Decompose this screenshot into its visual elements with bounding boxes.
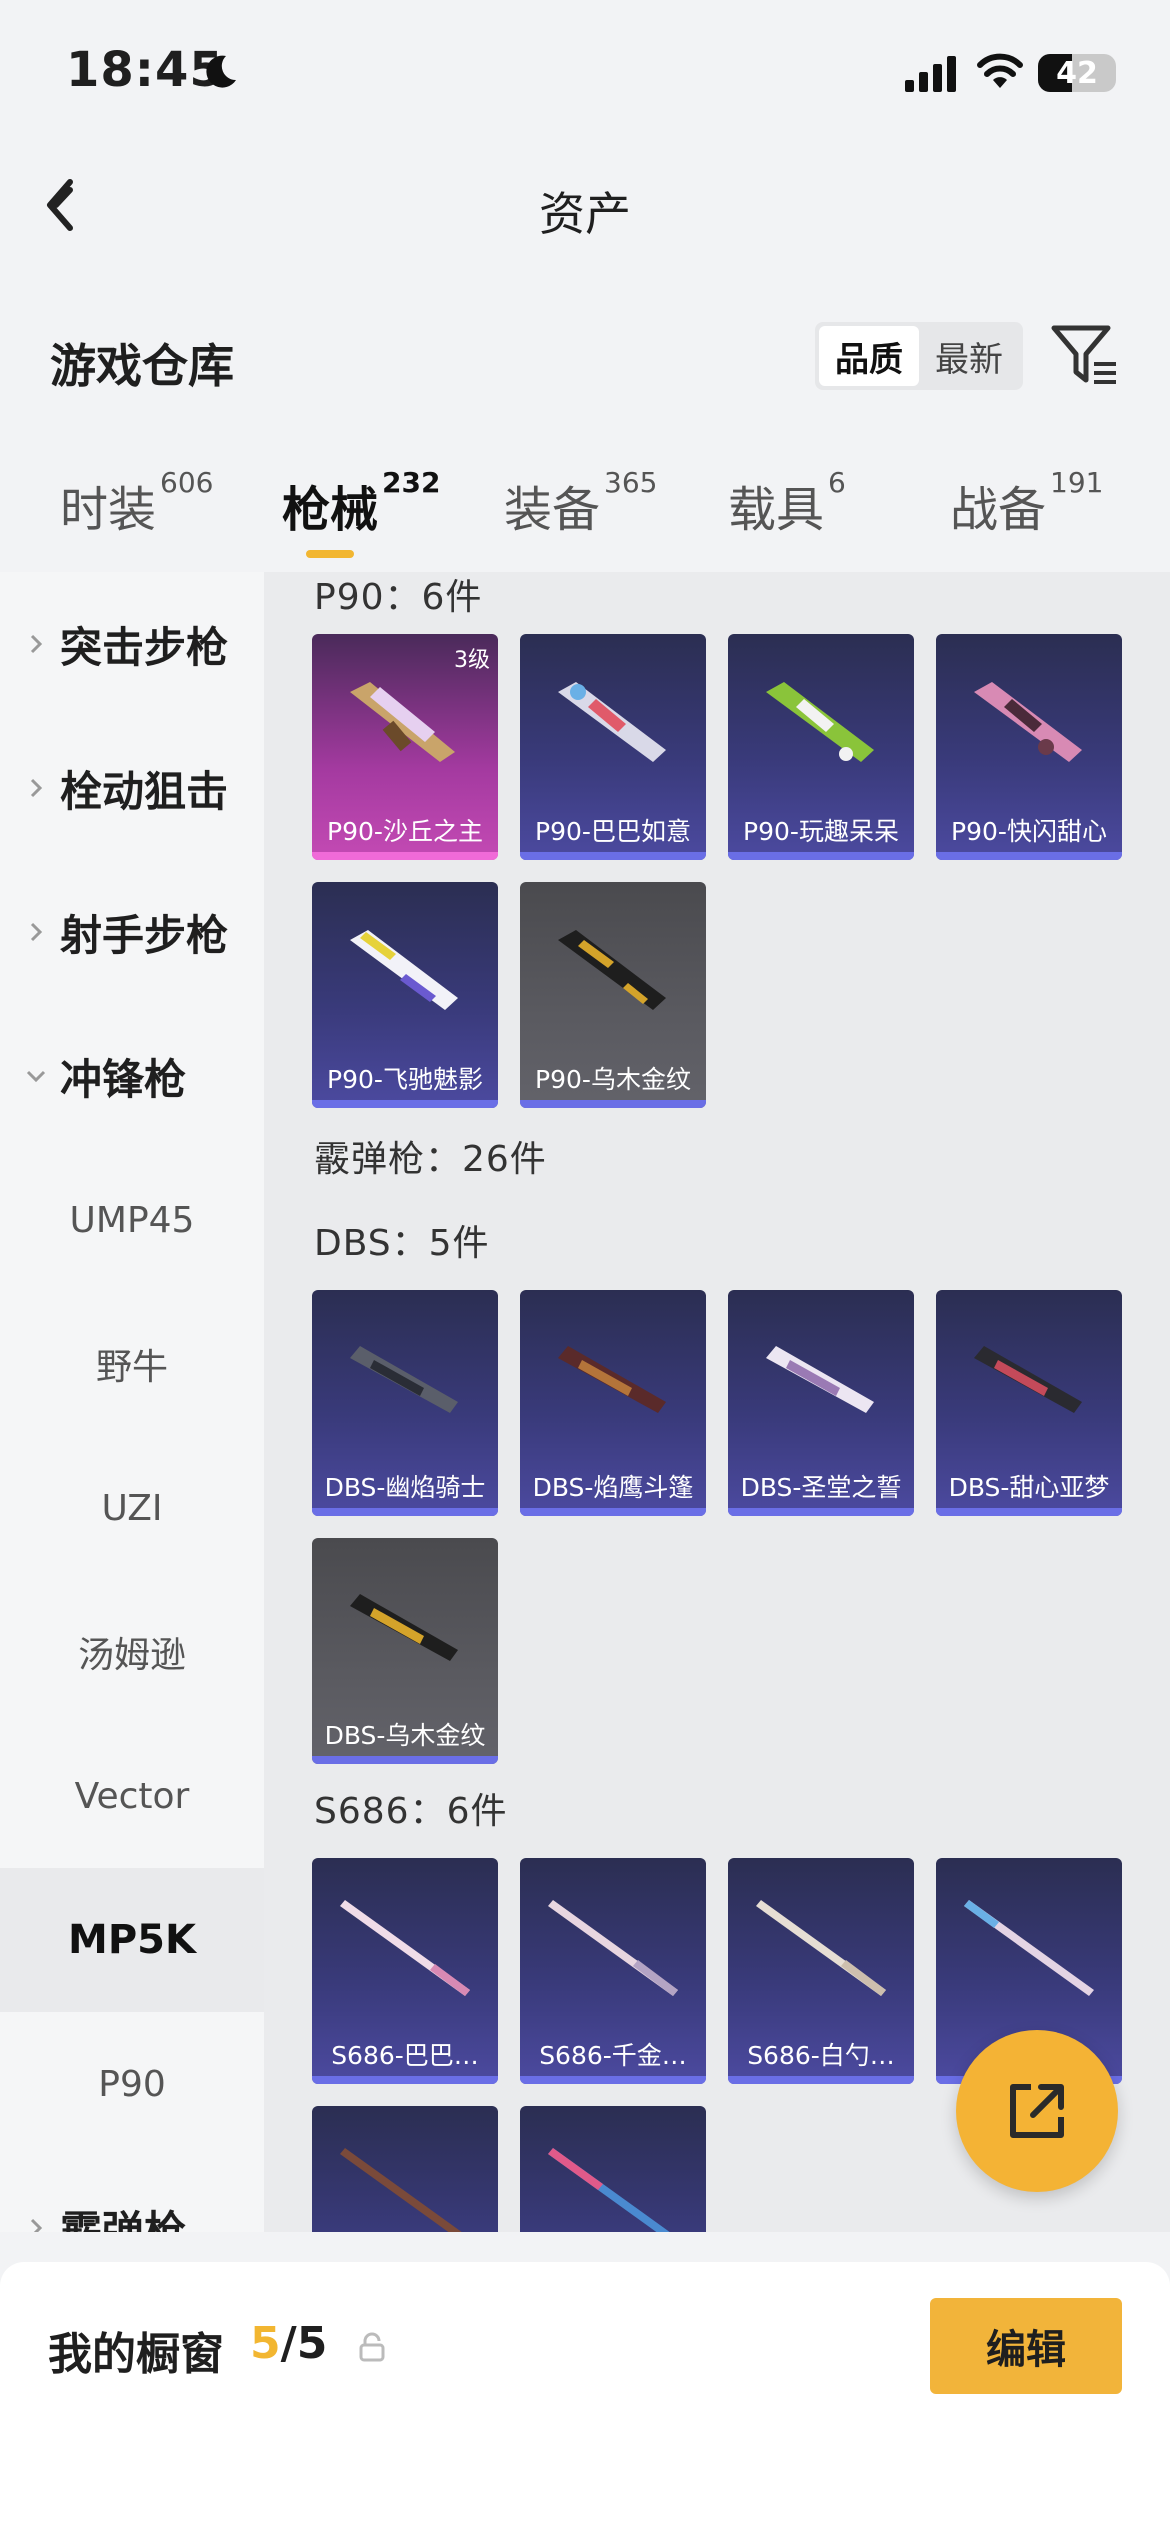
sort-segmented-control: 品质 最新 [815, 322, 1023, 390]
showcase-bar: 我的橱窗 5/5 编辑 [0, 2262, 1170, 2532]
weapon-card[interactable]: P90-快闪甜心 [936, 634, 1122, 860]
showcase-label: 我的橱窗 [48, 2329, 224, 2380]
weapon-image [350, 682, 455, 762]
status-bar: 18:45 42 [0, 0, 1170, 150]
sidebar-item-shotgun[interactable]: 霰弹枪 [0, 2156, 264, 2232]
weapon-card[interactable] [312, 2106, 498, 2232]
sort-quality-option[interactable]: 品质 [819, 326, 919, 386]
weapon-image [548, 2148, 670, 2232]
sidebar-item-vector[interactable]: Vector [0, 1724, 264, 1868]
chevron-right-icon [30, 634, 43, 654]
weapon-name: P90-沙丘之主 [327, 817, 483, 846]
warehouse-title: 游戏仓库 [50, 339, 234, 393]
sidebar-item-bison[interactable]: 野牛 [0, 1292, 264, 1436]
weapon-card[interactable]: DBS-乌木金纹 [312, 1538, 498, 1764]
weapon-name: P90-飞驰魅影 [327, 1065, 483, 1094]
tab-guns[interactable]: 枪械 232 [282, 466, 440, 540]
weapon-image [964, 1900, 1094, 1996]
weapon-image [350, 930, 458, 1010]
cellular-signal-icon [905, 56, 956, 92]
weapon-image [548, 1900, 678, 1996]
tab-equipment[interactable]: 装备 365 [504, 466, 657, 540]
weapon-level-badge: 3级 [454, 648, 490, 673]
weapon-type-sidebar: 突击步枪 栓动狙击 射手步枪 冲锋枪 UMP45 野牛 UZI 汤姆逊 Vect… [0, 572, 264, 2232]
weapon-image [766, 1346, 874, 1413]
category-tabs: 时装 606 枪械 232 装备 365 载具 6 战备 191 [0, 466, 1170, 570]
weapon-name: P90-巴巴如意 [535, 817, 691, 846]
showcase-count: 5/5 [250, 2318, 328, 2369]
weapon-name: S686-巴巴… [331, 2041, 479, 2070]
weapon-card[interactable]: S686-巴巴… [312, 1858, 498, 2084]
weapon-card[interactable]: DBS-甜心亚梦 [936, 1290, 1122, 1516]
weapon-name: P90-快闪甜心 [951, 817, 1107, 846]
weapon-image [558, 930, 666, 1010]
weapon-card[interactable]: S686-千金… [520, 1858, 706, 2084]
weapon-card[interactable]: DBS-圣堂之誓 [728, 1290, 914, 1516]
weapon-card[interactable]: P90-乌木金纹 [520, 882, 706, 1108]
chevron-right-icon [30, 922, 43, 942]
weapon-card[interactable]: S686-白勺… [728, 1858, 914, 2084]
weapon-image [974, 682, 1082, 762]
sidebar-item-mp5k[interactable]: MP5K [0, 1868, 264, 2012]
weapon-name: S686-千金… [539, 2041, 687, 2070]
sidebar-item-p90[interactable]: P90 [0, 2012, 264, 2156]
weapon-card[interactable] [520, 2106, 706, 2232]
sidebar-item-bolt-sniper[interactable]: 栓动狙击 [0, 716, 264, 860]
weapon-name: S686-白勺… [747, 2041, 895, 2070]
weapon-name: P90-乌木金纹 [535, 1065, 691, 1094]
chevron-right-icon [30, 2218, 43, 2232]
weapon-image [558, 1346, 666, 1413]
chevron-down-icon [26, 1070, 46, 1083]
moon-icon [206, 55, 236, 88]
sidebar-item-thompson[interactable]: 汤姆逊 [0, 1580, 264, 1724]
weapon-image [340, 2148, 462, 2232]
tab-supplies[interactable]: 战备 191 [950, 466, 1103, 540]
weapon-image [766, 682, 874, 762]
wifi-icon [977, 53, 1023, 88]
group-header-dbs: DBS：5件 [314, 1223, 490, 1264]
group-header-shotgun: 霰弹枪：26件 [314, 1139, 547, 1180]
weapon-image [340, 1900, 470, 1996]
weapon-image [350, 1346, 458, 1413]
active-tab-indicator [306, 550, 354, 558]
weapon-name: DBS-甜心亚梦 [948, 1473, 1110, 1502]
sidebar-item-marksman-rifle[interactable]: 射手步枪 [0, 860, 264, 1004]
group-header-p90: P90：6件 [314, 577, 483, 618]
weapon-image [756, 1900, 886, 1996]
weapon-name: DBS-乌木金纹 [324, 1721, 486, 1750]
weapon-card[interactable]: 3级 P90-沙丘之主 [312, 634, 498, 860]
group-header-s686: S686：6件 [314, 1791, 508, 1832]
weapon-name: DBS-焰鹰斗篷 [532, 1473, 694, 1502]
filter-icon[interactable] [1050, 322, 1120, 388]
share-external-icon [1010, 2084, 1064, 2138]
weapon-card[interactable]: P90-巴巴如意 [520, 634, 706, 860]
weapon-image [558, 682, 666, 762]
tab-vehicles[interactable]: 载具 6 [728, 466, 846, 540]
weapon-name: P90-玩趣呆呆 [743, 817, 899, 846]
weapon-card[interactable]: DBS-焰鹰斗篷 [520, 1290, 706, 1516]
weapon-name: DBS-圣堂之誓 [740, 1473, 902, 1502]
weapon-card[interactable]: P90-玩趣呆呆 [728, 634, 914, 860]
weapon-card[interactable]: DBS-幽焰骑士 [312, 1290, 498, 1516]
sidebar-item-ump45[interactable]: UMP45 [0, 1148, 264, 1292]
share-button[interactable] [956, 2030, 1118, 2192]
battery-icon: 42 [1038, 54, 1116, 92]
edit-button[interactable]: 编辑 [930, 2298, 1122, 2394]
chevron-right-icon [30, 778, 43, 798]
lock-icon [359, 2332, 385, 2362]
weapon-image [974, 1346, 1082, 1413]
weapon-card[interactable]: P90-飞驰魅影 [312, 882, 498, 1108]
sidebar-item-smg[interactable]: 冲锋枪 [0, 1004, 264, 1148]
weapon-name: DBS-幽焰骑士 [324, 1473, 486, 1502]
sidebar-item-uzi[interactable]: UZI [0, 1436, 264, 1580]
weapon-image [350, 1594, 458, 1661]
battery-level: 42 [1056, 56, 1098, 91]
tab-fashion[interactable]: 时装 606 [60, 466, 213, 540]
weapon-grid: P90：6件 3级 P90-沙丘之主 P90-巴巴如意 P90-玩趣呆呆 P90… [264, 572, 1170, 2232]
sidebar-item-assault-rifle[interactable]: 突击步枪 [0, 572, 264, 716]
sort-newest-option[interactable]: 最新 [919, 326, 1019, 386]
page-title: 资产 [539, 187, 631, 241]
